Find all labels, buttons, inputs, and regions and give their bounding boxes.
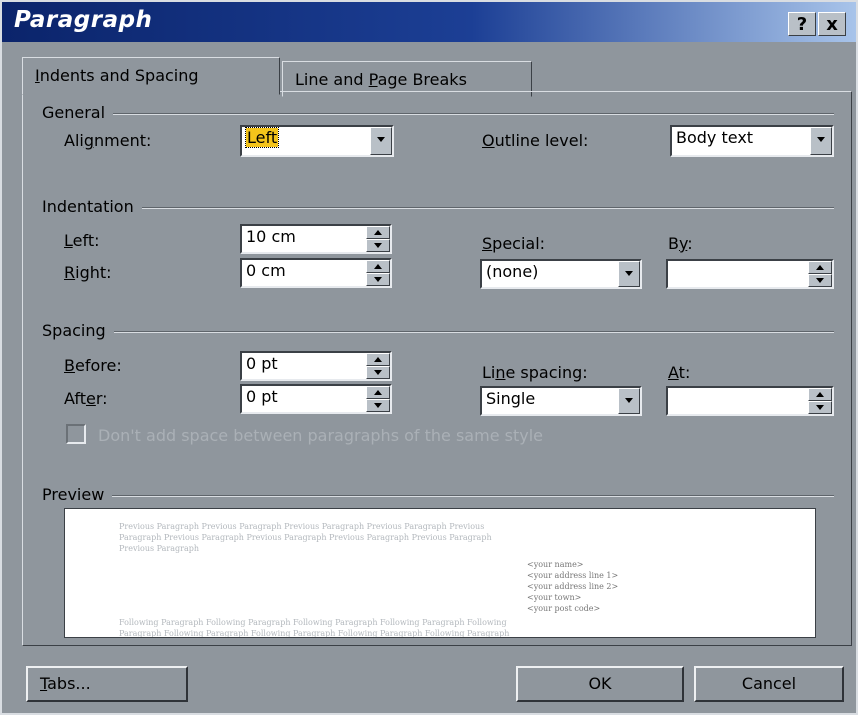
general-divider [42,113,834,115]
dialog-title: Paragraph [14,7,153,33]
spin-up-icon[interactable] [808,261,832,274]
at-spinner[interactable] [808,388,832,414]
outline-level-label: Outline level: [482,131,589,150]
help-button[interactable]: ? [788,12,816,36]
spin-up-icon[interactable] [808,388,832,401]
line-spacing-dropdown-arrow-icon[interactable] [618,388,640,414]
preview-previous-3: Previous Paragraph [119,544,200,553]
indentation-divider [42,207,834,209]
tabs-button[interactable]: Tabs... [26,666,188,702]
special-label: Special: [482,234,546,253]
line-spacing-label: Line spacing: [482,363,588,382]
preview-divider [42,495,834,497]
dont-add-space-label: Don't add space between paragraphs of th… [98,426,543,445]
special-dropdown-arrow-icon[interactable] [618,261,640,287]
preview-following-2: Paragraph Following Paragraph Following … [119,629,510,638]
after-label: After: [64,389,108,408]
spin-up-icon[interactable] [366,386,390,399]
right-indent-label: Right: [64,263,112,282]
left-indent-label: Left: [64,231,100,250]
general-heading: General [42,103,114,122]
left-indent-spinner[interactable] [366,226,390,252]
title-bar[interactable]: Paragraph ? x [2,2,856,42]
preview-previous-1: Previous Paragraph Previous Paragraph Pr… [119,522,485,531]
preview-following-1: Following Paragraph Following Paragraph … [119,618,507,627]
cancel-button[interactable]: Cancel [694,666,844,702]
dont-add-space-checkbox[interactable] [66,424,86,444]
outline-dropdown-arrow-icon[interactable] [810,127,832,155]
paragraph-dialog: Paragraph ? x Indents and Spacing Line a… [0,0,858,715]
ok-button[interactable]: OK [516,666,684,702]
indentation-heading: Indentation [42,197,142,216]
by-label: By: [668,234,693,253]
spin-down-icon[interactable] [366,239,390,252]
outline-level-value: Body text [676,128,754,147]
spin-down-icon[interactable] [366,366,390,379]
before-spinner[interactable] [366,353,390,379]
special-select[interactable]: (none) [480,259,642,289]
by-input[interactable] [666,259,834,289]
right-indent-input[interactable]: 0 cm [240,258,392,288]
left-indent-input[interactable]: 10 cm [240,224,392,254]
preview-previous-2: Paragraph Previous Paragraph Previous Pa… [119,533,492,542]
before-input[interactable]: 0 pt [240,351,392,381]
outline-level-select[interactable]: Body text [670,125,834,157]
preview-box: Previous Paragraph Previous Paragraph Pr… [64,508,816,638]
spin-up-icon[interactable] [366,226,390,239]
spin-down-icon[interactable] [366,399,390,412]
right-indent-spinner[interactable] [366,260,390,286]
at-label: At: [668,363,691,382]
preview-heading: Preview [42,485,113,504]
spin-down-icon[interactable] [808,274,832,287]
after-spinner[interactable] [366,386,390,412]
spacing-divider [42,331,834,333]
tab-indents-and-spacing[interactable]: Indents and Spacing [22,57,280,95]
close-button[interactable]: x [818,12,846,36]
by-spinner[interactable] [808,261,832,287]
alignment-dropdown-arrow-icon[interactable] [370,127,392,155]
line-spacing-select[interactable]: Single [480,386,642,416]
spin-up-icon[interactable] [366,353,390,366]
alignment-value: Left [244,127,280,148]
spin-down-icon[interactable] [808,401,832,414]
alignment-label: Alignment: [64,131,152,150]
at-input[interactable] [666,386,834,416]
spin-down-icon[interactable] [366,273,390,286]
spin-up-icon[interactable] [366,260,390,273]
after-input[interactable]: 0 pt [240,384,392,414]
preview-address: <your name> <your address line 1> <your … [527,560,619,613]
spacing-heading: Spacing [42,321,114,340]
alignment-select[interactable]: Left [240,125,394,157]
before-label: Before: [64,356,122,375]
